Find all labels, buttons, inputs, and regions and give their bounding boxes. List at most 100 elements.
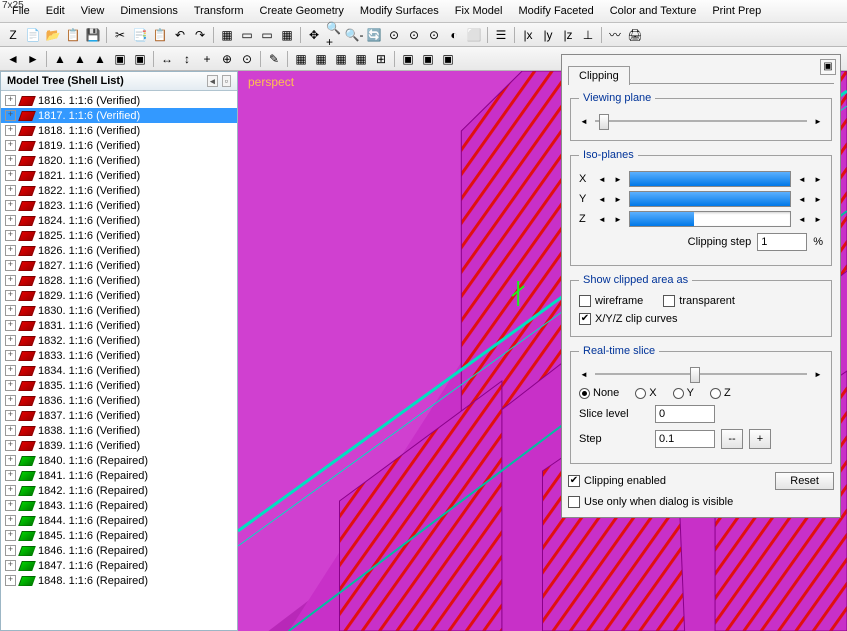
clipping-enabled-checkbox[interactable]: ✔Clipping enabled: [568, 475, 666, 487]
tb2-btn-3[interactable]: ▲: [51, 50, 69, 68]
tree-item-1826[interactable]: +1826. 1:1:6 (Verified): [1, 243, 237, 258]
tree-item-1839[interactable]: +1839. 1:1:6 (Verified): [1, 438, 237, 453]
tree-item-1843[interactable]: +1843. 1:1:6 (Repaired): [1, 498, 237, 513]
tb1-btn-8[interactable]: 📋: [151, 26, 169, 44]
tree-item-1838[interactable]: +1838. 1:1:6 (Verified): [1, 423, 237, 438]
tree-item-1846[interactable]: +1846. 1:1:6 (Repaired): [1, 543, 237, 558]
tree-item-1825[interactable]: +1825. 1:1:6 (Verified): [1, 228, 237, 243]
iso-Y-left2-icon[interactable]: ◄: [797, 192, 807, 206]
tb1-btn-9[interactable]: ↶: [171, 26, 189, 44]
slice-radio-z[interactable]: Z: [710, 387, 731, 399]
clipping-step-input[interactable]: [757, 233, 807, 251]
tb1-btn-34[interactable]: 〰: [606, 26, 624, 44]
iso-Z-left-icon[interactable]: ◄: [597, 212, 607, 226]
tree-item-1837[interactable]: +1837. 1:1:6 (Verified): [1, 408, 237, 423]
tree-item-1835[interactable]: +1835. 1:1:6 (Verified): [1, 378, 237, 393]
expand-icon[interactable]: +: [5, 335, 16, 346]
menu-modify-faceted[interactable]: Modify Faceted: [510, 2, 601, 20]
model-tree-list[interactable]: +1816. 1:1:6 (Verified)+1817. 1:1:6 (Ver…: [1, 91, 237, 630]
iso-Y-slider[interactable]: [629, 191, 791, 207]
tb1-btn-1[interactable]: 📄: [24, 26, 42, 44]
menu-transform[interactable]: Transform: [186, 2, 252, 20]
iso-Z-left2-icon[interactable]: ◄: [797, 212, 807, 226]
tree-item-1830[interactable]: +1830. 1:1:6 (Verified): [1, 303, 237, 318]
tb1-btn-29[interactable]: |x: [519, 26, 537, 44]
expand-icon[interactable]: +: [5, 395, 16, 406]
slice-slider[interactable]: [595, 373, 807, 375]
tb2-btn-18[interactable]: ▦: [312, 50, 330, 68]
tree-item-1822[interactable]: +1822. 1:1:6 (Verified): [1, 183, 237, 198]
expand-icon[interactable]: +: [5, 275, 16, 286]
tb1-btn-27[interactable]: ☰: [492, 26, 510, 44]
clip-curves-checkbox[interactable]: ✔X/Y/Z clip curves: [579, 313, 823, 325]
slice-left-icon[interactable]: ◄: [579, 367, 589, 381]
tb2-btn-11[interactable]: +: [198, 50, 216, 68]
menu-edit[interactable]: Edit: [38, 2, 73, 20]
tree-item-1833[interactable]: +1833. 1:1:6 (Verified): [1, 348, 237, 363]
tb1-btn-14[interactable]: ▭: [258, 26, 276, 44]
tb2-btn-7[interactable]: ▣: [131, 50, 149, 68]
iso-X-right-icon[interactable]: ►: [613, 172, 623, 186]
tb2-btn-9[interactable]: ↔: [158, 50, 176, 68]
tb2-btn-1[interactable]: ►: [24, 50, 42, 68]
tree-item-1816[interactable]: +1816. 1:1:6 (Verified): [1, 93, 237, 108]
expand-icon[interactable]: +: [5, 425, 16, 436]
vplane-slider[interactable]: [595, 120, 807, 122]
tb2-btn-0[interactable]: ◄: [4, 50, 22, 68]
vplane-left-icon[interactable]: ◄: [579, 114, 589, 128]
tree-item-1840[interactable]: +1840. 1:1:6 (Repaired): [1, 453, 237, 468]
expand-icon[interactable]: +: [5, 500, 16, 511]
expand-icon[interactable]: +: [5, 485, 16, 496]
tree-item-1819[interactable]: +1819. 1:1:6 (Verified): [1, 138, 237, 153]
tb2-btn-23[interactable]: ▣: [399, 50, 417, 68]
iso-Z-right-icon[interactable]: ►: [613, 212, 623, 226]
vplane-right-icon[interactable]: ►: [813, 114, 823, 128]
tree-item-1827[interactable]: +1827. 1:1:6 (Verified): [1, 258, 237, 273]
menu-print-prep[interactable]: Print Prep: [704, 2, 769, 20]
tree-item-1842[interactable]: +1842. 1:1:6 (Repaired): [1, 483, 237, 498]
iso-Z-slider[interactable]: [629, 211, 791, 227]
expand-icon[interactable]: +: [5, 455, 16, 466]
tree-item-1828[interactable]: +1828. 1:1:6 (Verified): [1, 273, 237, 288]
expand-icon[interactable]: +: [5, 545, 16, 556]
tb1-btn-12[interactable]: ▦: [218, 26, 236, 44]
tb1-btn-10[interactable]: ↷: [191, 26, 209, 44]
tb1-btn-31[interactable]: |z: [559, 26, 577, 44]
expand-icon[interactable]: +: [5, 200, 16, 211]
tree-item-1820[interactable]: +1820. 1:1:6 (Verified): [1, 153, 237, 168]
expand-icon[interactable]: +: [5, 155, 16, 166]
tree-item-1829[interactable]: +1829. 1:1:6 (Verified): [1, 288, 237, 303]
iso-Y-left-icon[interactable]: ◄: [597, 192, 607, 206]
reset-button[interactable]: Reset: [775, 472, 834, 490]
transparent-checkbox[interactable]: transparent: [663, 295, 735, 307]
tree-item-1848[interactable]: +1848. 1:1:6 (Repaired): [1, 573, 237, 588]
expand-icon[interactable]: +: [5, 215, 16, 226]
tb2-btn-10[interactable]: ↕: [178, 50, 196, 68]
menu-modify-surfaces[interactable]: Modify Surfaces: [352, 2, 447, 20]
menu-color-and-texture[interactable]: Color and Texture: [602, 2, 705, 20]
iso-X-right2-icon[interactable]: ►: [813, 172, 823, 186]
tree-item-1818[interactable]: +1818. 1:1:6 (Verified): [1, 123, 237, 138]
panel-collapse-icon[interactable]: ▣: [820, 59, 836, 75]
use-only-visible-checkbox[interactable]: Use only when dialog is visible: [568, 496, 834, 508]
expand-icon[interactable]: +: [5, 320, 16, 331]
iso-Y-right-icon[interactable]: ►: [613, 192, 623, 206]
tree-item-1823[interactable]: +1823. 1:1:6 (Verified): [1, 198, 237, 213]
tb2-btn-17[interactable]: ▦: [292, 50, 310, 68]
expand-icon[interactable]: +: [5, 515, 16, 526]
tb2-btn-12[interactable]: ⊕: [218, 50, 236, 68]
expand-icon[interactable]: +: [5, 470, 16, 481]
tb2-btn-24[interactable]: ▣: [419, 50, 437, 68]
tb2-btn-15[interactable]: ✎: [265, 50, 283, 68]
menu-fix-model[interactable]: Fix Model: [447, 2, 511, 20]
panel-close-icon[interactable]: ▫: [222, 75, 231, 87]
tree-item-1834[interactable]: +1834. 1:1:6 (Verified): [1, 363, 237, 378]
wireframe-checkbox[interactable]: wireframe: [579, 295, 643, 307]
expand-icon[interactable]: +: [5, 170, 16, 181]
expand-icon[interactable]: +: [5, 290, 16, 301]
tree-item-1817[interactable]: +1817. 1:1:6 (Verified): [1, 108, 237, 123]
tree-item-1836[interactable]: +1836. 1:1:6 (Verified): [1, 393, 237, 408]
slice-level-input[interactable]: [655, 405, 715, 423]
tree-item-1821[interactable]: +1821. 1:1:6 (Verified): [1, 168, 237, 183]
tree-item-1844[interactable]: +1844. 1:1:6 (Repaired): [1, 513, 237, 528]
